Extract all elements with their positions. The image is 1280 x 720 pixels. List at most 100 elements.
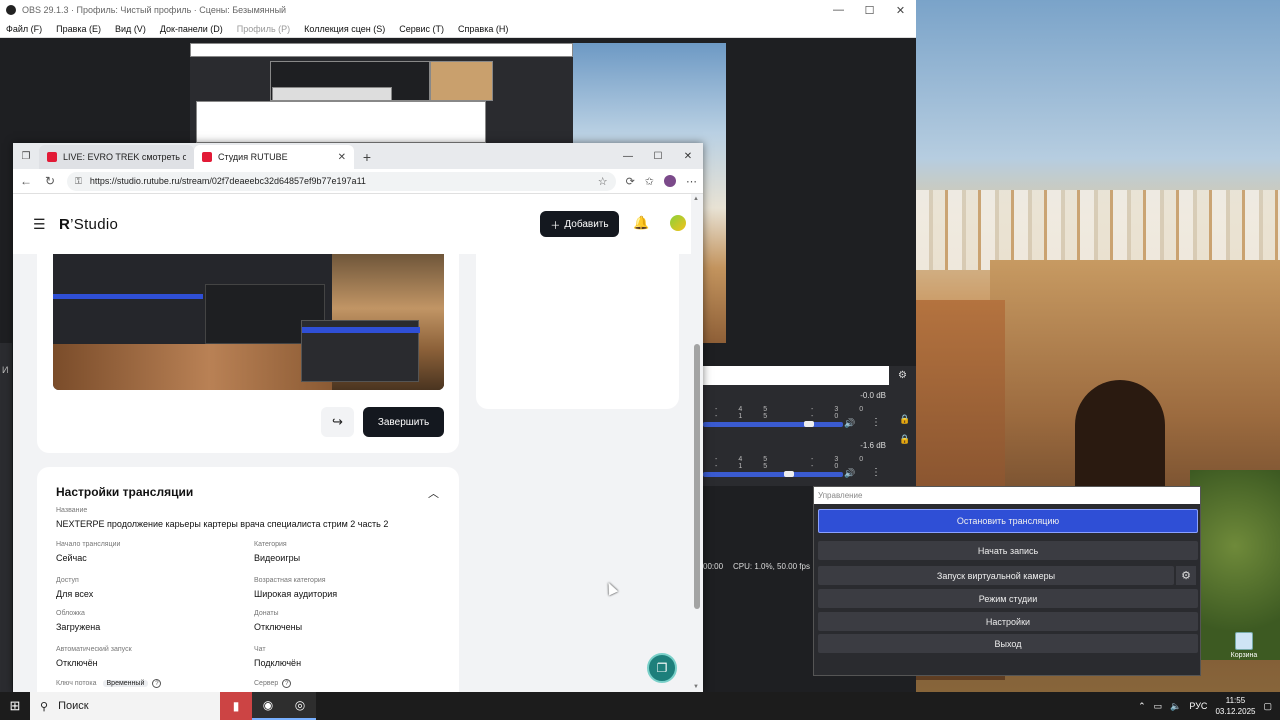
page-scrollbar[interactable]: ▲ ▼ [691, 194, 703, 692]
taskbar-search[interactable]: ⚲ Поиск [30, 692, 220, 720]
obs-window-controls: — ☐ ✕ [823, 4, 916, 17]
mixer-track1-knob[interactable] [803, 421, 814, 427]
back-arrow-icon[interactable]: ← [19, 174, 33, 188]
stream-preview-video[interactable] [53, 254, 444, 390]
bookmark-star-icon[interactable]: ☆ [598, 175, 608, 188]
preview-obs-menu-capture [190, 43, 573, 57]
obs-menu-tools[interactable]: Сервис (T) [399, 24, 444, 34]
scroll-down-arrow-icon[interactable]: ▼ [693, 684, 699, 690]
stop-stream-button[interactable]: Остановить трансляцию [818, 509, 1198, 533]
share-button[interactable]: ↪ [321, 407, 354, 437]
mixer-track2-db: -1.6 dB [860, 441, 886, 450]
finish-stream-button[interactable]: Завершить [363, 407, 444, 437]
tab-live-evro-trek[interactable]: LIVE: EVRO TREK смотреть онлайн [39, 145, 194, 169]
exit-button[interactable]: Выход [818, 634, 1198, 653]
address-bar[interactable]: ⚿ https://studio.rutube.ru/stream/02f7de… [67, 171, 616, 191]
mixer-filter-input[interactable] [703, 366, 889, 385]
name-label: Название [56, 507, 88, 514]
obs-menu-view[interactable]: Вид (V) [115, 24, 146, 34]
collapse-chevron-icon[interactable]: ︿ [428, 485, 439, 501]
mixer-track1-slider-track[interactable] [703, 422, 843, 427]
tab-close-icon[interactable]: ✕ [338, 152, 346, 163]
windows-start-icon[interactable]: ⊞ [0, 698, 30, 714]
browser-close-button[interactable]: ✕ [673, 143, 703, 169]
obs-menu-docks[interactable]: Док-панели (D) [160, 24, 223, 34]
reload-icon[interactable]: ↻ [43, 174, 57, 188]
access-label: Доступ [56, 577, 79, 584]
settings-button[interactable]: Настройки [818, 612, 1198, 631]
logo-r: R [59, 215, 71, 233]
language-indicator[interactable]: РУС [1189, 701, 1207, 711]
obs-menu-scene-collection[interactable]: Коллекция сцен (S) [304, 24, 385, 34]
obs-maximize-button[interactable]: ☐ [854, 4, 885, 17]
site-info-icon[interactable]: ⚿ [75, 176, 82, 187]
obs-menu-profile[interactable]: Профиль (P) [237, 24, 290, 34]
category-value: Видеоигры [254, 553, 301, 563]
favorites-icon[interactable]: ✩ [645, 175, 654, 188]
obs-menu-edit[interactable]: Правка (E) [56, 24, 101, 34]
extensions-icon[interactable]: ⟳ [626, 175, 635, 188]
notifications-bell-icon[interactable]: 🔔 [633, 215, 649, 231]
lock-icon[interactable]: 🔒 [899, 434, 910, 445]
address-bar-url: https://studio.rutube.ru/stream/02f7deae… [89, 176, 366, 186]
preview-nested-browser [196, 101, 486, 143]
controls-dock-header: Управление [814, 487, 1200, 504]
tab-actions-icon[interactable]: ❐ [13, 143, 39, 169]
tray-chevron-up-icon[interactable]: ⌃ [1138, 701, 1146, 712]
notifications-icon[interactable]: ▢ [1263, 701, 1272, 712]
mixer-track2-knob[interactable] [784, 471, 795, 477]
taskbar-app-red-icon[interactable]: ▮ [220, 692, 252, 720]
mixer-track2-slider-track[interactable] [703, 472, 843, 477]
obs-statusbar: 00:00 CPU: 1.0%, 50.00 fps [703, 558, 813, 574]
browser-menu-icon[interactable]: ⋯ [686, 175, 697, 188]
hamburger-menu-icon[interactable]: ☰ [33, 216, 47, 233]
stream-key-pill: Временный [102, 680, 149, 687]
system-tray: ⌃ ▭ 🔈 РУС 11:55 03.12.2025 ▢ [1138, 695, 1280, 717]
rutube-favicon-icon [202, 152, 212, 162]
scrollbar-thumb[interactable] [694, 344, 700, 609]
taskbar-edge-icon[interactable]: ◉ [252, 692, 284, 720]
donations-value: Отключены [254, 622, 303, 632]
network-icon[interactable]: ▭ [1154, 701, 1163, 712]
start-recording-button[interactable]: Начать запись [818, 541, 1198, 560]
scroll-up-arrow-icon[interactable]: ▲ [693, 196, 699, 202]
new-tab-icon[interactable]: + [354, 145, 380, 169]
obs-close-button[interactable]: ✕ [885, 4, 916, 17]
user-avatar[interactable] [670, 215, 686, 231]
stream-side-panel [476, 254, 679, 409]
taskbar-clock[interactable]: 11:55 03.12.2025 [1215, 695, 1255, 717]
studio-mode-button[interactable]: Режим студии [818, 589, 1198, 608]
speaker-icon[interactable]: 🔊 [844, 418, 855, 429]
more-options-icon[interactable]: ⋮ [871, 417, 881, 428]
search-icon: ⚲ [40, 700, 49, 713]
obs-menu-file[interactable]: Файл (F) [6, 24, 42, 34]
virtual-camera-settings-icon[interactable]: ⚙ [1176, 566, 1196, 585]
mixer-track1-db: -0.0 dB [860, 391, 886, 400]
obs-minimize-button[interactable]: — [823, 4, 854, 17]
lock-icon[interactable]: 🔒 [899, 414, 910, 425]
cover-value: Загружена [56, 622, 101, 632]
mixer-settings-icon[interactable]: ⚙ [889, 366, 916, 386]
help-icon[interactable]: ? [282, 679, 292, 688]
speaker-icon[interactable]: 🔊 [844, 468, 855, 479]
support-chat-icon[interactable]: ❐ [647, 653, 677, 683]
stream-settings-card: Настройки трансляции ︿ Название NEXTERPE… [37, 467, 459, 692]
volume-icon[interactable]: 🔈 [1170, 701, 1181, 712]
logo-studio-text: Studio [73, 215, 119, 233]
add-button-label: Добавить [564, 218, 609, 230]
clock-date: 03.12.2025 [1215, 707, 1256, 716]
rutube-studio-logo[interactable]: R’Studio [59, 216, 118, 233]
logo-studio: ’Studio [70, 215, 119, 233]
add-button[interactable]: ＋ Добавить [540, 211, 619, 237]
browser-maximize-button[interactable]: ☐ [643, 143, 673, 169]
tab-rutube-studio[interactable]: Студия RUTUBE ✕ [194, 145, 354, 169]
profile-avatar[interactable] [664, 175, 676, 187]
dock-close-button[interactable] [1186, 488, 1200, 503]
browser-minimize-button[interactable]: — [613, 143, 643, 169]
taskbar-obs-icon[interactable]: ◎ [284, 692, 316, 720]
virtual-camera-button[interactable]: Запуск виртуальной камеры [818, 566, 1174, 585]
help-icon[interactable]: ? [152, 679, 162, 688]
more-options-icon[interactable]: ⋮ [871, 467, 881, 478]
recycle-bin-desktop-icon[interactable]: Корзина [1224, 632, 1264, 659]
obs-menu-help[interactable]: Справка (H) [458, 24, 508, 34]
